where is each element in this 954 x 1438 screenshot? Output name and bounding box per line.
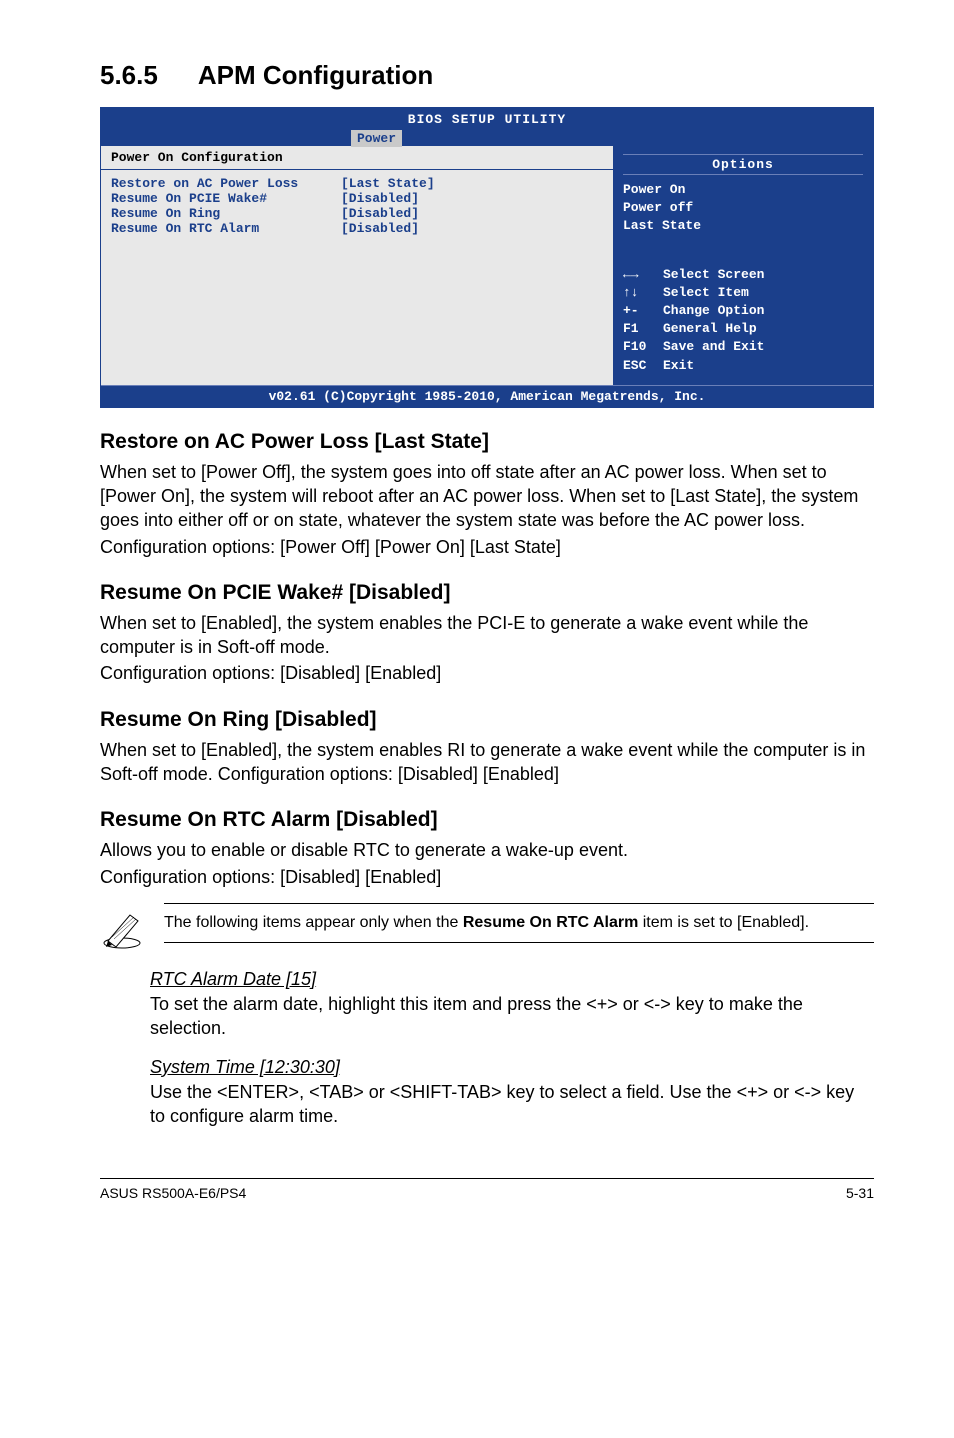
sub-item: System Time [12:30:30] Use the <ENTER>, … xyxy=(150,1057,874,1129)
pencil-note-icon xyxy=(100,903,150,953)
bios-row[interactable]: Resume On PCIE Wake# [Disabled] xyxy=(111,191,603,206)
help-key: F1 xyxy=(623,320,663,338)
note-callout: The following items appear only when the… xyxy=(100,903,874,953)
help-desc: Exit xyxy=(663,357,694,375)
bios-header: BIOS SETUP UTILITY Power xyxy=(101,108,873,146)
help-desc: Select Item xyxy=(663,284,749,302)
bios-row-label: Resume On Ring xyxy=(111,206,341,221)
footer-left: ASUS RS500A-E6/PS4 xyxy=(100,1185,246,1201)
body-text: Configuration options: [Disabled] [Enabl… xyxy=(100,865,874,889)
body-text: When set to [Enabled], the system enable… xyxy=(100,611,874,660)
body-text: When set to [Power Off], the system goes… xyxy=(100,460,874,533)
section-title-text: APM Configuration xyxy=(198,60,433,90)
help-desc: Save and Exit xyxy=(663,338,764,356)
footer-right: 5-31 xyxy=(846,1185,874,1201)
bios-row-label: Restore on AC Power Loss xyxy=(111,176,341,191)
note-text-b: item is set to [Enabled]. xyxy=(638,914,809,931)
subheading: Resume On RTC Alarm [Disabled] xyxy=(100,808,874,832)
options-list: Power On Power off Last State xyxy=(623,181,863,236)
note-text-a: The following items appear only when the xyxy=(164,914,463,931)
sub-item-body: To set the alarm date, highlight this it… xyxy=(150,992,874,1041)
note-text: The following items appear only when the… xyxy=(164,903,874,943)
bios-row-label: Resume On PCIE Wake# xyxy=(111,191,341,206)
option-item: Power On xyxy=(623,181,863,199)
option-item: Power off xyxy=(623,199,863,217)
help-desc: General Help xyxy=(663,320,757,338)
help-legend: ←→Select Screen ↑↓Select Item +-Change O… xyxy=(623,236,863,375)
bios-row-label: Resume On RTC Alarm xyxy=(111,221,341,236)
bios-row-value: [Disabled] xyxy=(341,206,419,221)
bios-left-pane: Power On Configuration Restore on AC Pow… xyxy=(101,146,613,385)
help-desc: Change Option xyxy=(663,302,764,320)
bios-body: Power On Configuration Restore on AC Pow… xyxy=(101,146,873,385)
page-footer: ASUS RS500A-E6/PS4 5-31 xyxy=(100,1178,874,1201)
bios-row-value: [Disabled] xyxy=(341,221,419,236)
bios-panel: BIOS SETUP UTILITY Power Power On Config… xyxy=(100,107,874,408)
sub-item-body: Use the <ENTER>, <TAB> or <SHIFT-TAB> ke… xyxy=(150,1080,874,1129)
sub-item-title: System Time [12:30:30] xyxy=(150,1057,874,1078)
subheading: Resume On PCIE Wake# [Disabled] xyxy=(100,581,874,605)
tab-power[interactable]: Power xyxy=(351,130,402,147)
bios-row-value: [Disabled] xyxy=(341,191,419,206)
bios-row-value: [Last State] xyxy=(341,176,435,191)
subheading: Restore on AC Power Loss [Last State] xyxy=(100,430,874,454)
help-key: ↑↓ xyxy=(623,284,663,302)
body-text: Allows you to enable or disable RTC to g… xyxy=(100,838,874,862)
left-panel-title: Power On Configuration xyxy=(101,146,613,170)
help-key: ←→ xyxy=(623,266,663,284)
section-heading: 5.6.5 APM Configuration xyxy=(100,60,874,91)
sub-item-title: RTC Alarm Date [15] xyxy=(150,969,874,990)
bios-title: BIOS SETUP UTILITY xyxy=(101,112,873,127)
bios-right-pane: Options Power On Power off Last State ←→… xyxy=(613,146,873,385)
option-item: Last State xyxy=(623,217,863,235)
help-key: +- xyxy=(623,302,663,320)
bios-row[interactable]: Resume On RTC Alarm [Disabled] xyxy=(111,221,603,236)
bios-footer: v02.61 (C)Copyright 1985-2010, American … xyxy=(101,385,873,407)
note-bold: Resume On RTC Alarm xyxy=(463,914,638,931)
bios-row[interactable]: Resume On Ring [Disabled] xyxy=(111,206,603,221)
body-text: Configuration options: [Disabled] [Enabl… xyxy=(100,661,874,685)
sub-item: RTC Alarm Date [15] To set the alarm dat… xyxy=(150,969,874,1041)
options-header: Options xyxy=(623,154,863,175)
help-key: F10 xyxy=(623,338,663,356)
bios-row[interactable]: Restore on AC Power Loss [Last State] xyxy=(111,176,603,191)
body-text: When set to [Enabled], the system enable… xyxy=(100,738,874,787)
section-number: 5.6.5 xyxy=(100,60,158,91)
bios-tabs: Power xyxy=(101,131,873,146)
help-desc: Select Screen xyxy=(663,266,764,284)
help-key: ESC xyxy=(623,357,663,375)
subheading: Resume On Ring [Disabled] xyxy=(100,708,874,732)
body-text: Configuration options: [Power Off] [Powe… xyxy=(100,535,874,559)
